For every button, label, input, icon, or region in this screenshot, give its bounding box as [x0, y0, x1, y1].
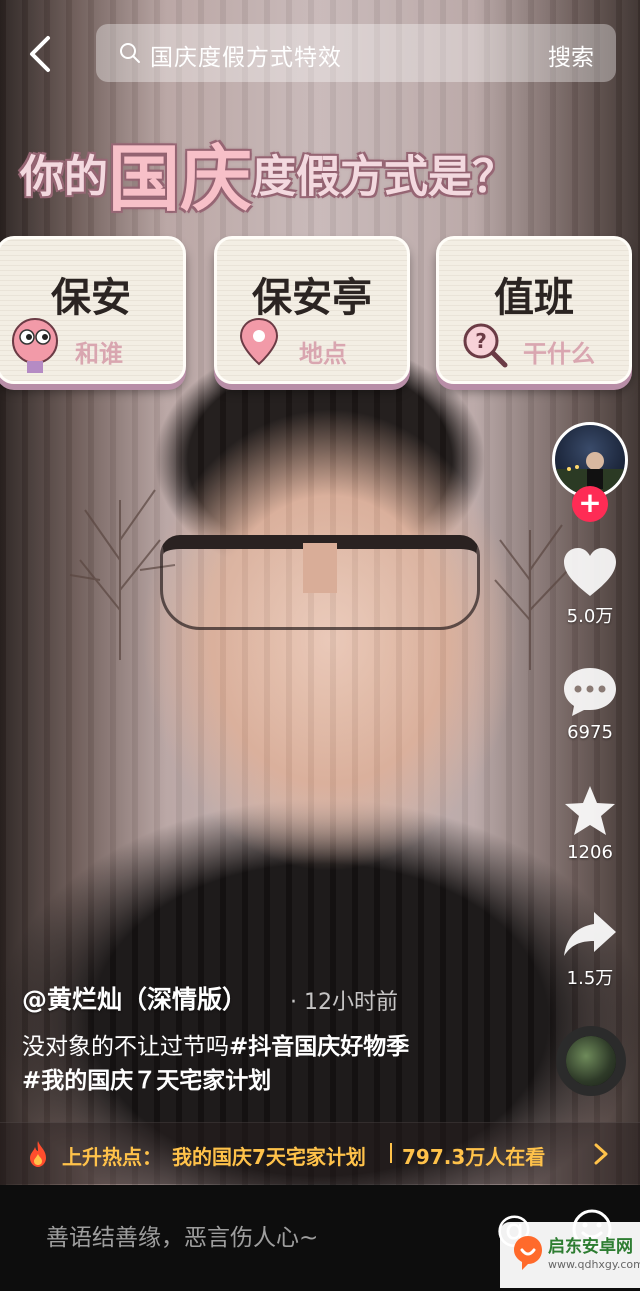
share-count: 1.5万 — [566, 968, 614, 989]
effect-card-main: 值班 — [494, 275, 574, 321]
share-arrow-icon — [564, 912, 616, 956]
music-disc[interactable] — [556, 1026, 626, 1096]
avatar-image — [555, 452, 625, 495]
effect-card-sub: 干什么 — [523, 340, 595, 368]
site-watermark: 启东安卓网 www.qdhxgy.com — [500, 1222, 640, 1288]
effect-card-what: 值班 ? 干什么 — [436, 236, 632, 384]
music-cover — [566, 1036, 616, 1086]
watermark-name: 启东安卓网 — [548, 1237, 633, 1257]
search-icon — [120, 43, 140, 63]
effect-card-sub: 地点 — [299, 340, 347, 368]
search-button[interactable]: 搜索 — [548, 38, 594, 72]
effect-title-highlight: 国庆 — [108, 137, 253, 221]
effect-title-prefix: 你的 — [20, 151, 108, 203]
search-query: 国庆度假方式特效 — [150, 45, 342, 71]
star-icon — [565, 786, 615, 835]
svg-text:?: ? — [475, 329, 487, 353]
location-pin-icon — [239, 317, 279, 366]
face-icon — [12, 318, 58, 373]
hot-label: 上升热点： — [62, 1145, 162, 1169]
effect-title-suffix: 度假方式是？ — [252, 151, 517, 203]
follow-button[interactable]: + — [572, 486, 608, 522]
top-search-bar: 国庆度假方式特效 搜索 — [0, 18, 640, 88]
hot-viewers: 797.3万人在看 — [402, 1145, 546, 1169]
comment-button[interactable]: 6975 — [552, 666, 628, 743]
favorite-count: 1206 — [567, 842, 613, 863]
effect-card-who: 保安 和谁 — [0, 236, 186, 384]
comment-count: 6975 — [567, 722, 613, 743]
fire-icon — [30, 1141, 46, 1167]
comment-bubble-icon — [564, 668, 616, 716]
favorite-button[interactable]: 1206 — [552, 784, 628, 863]
watermark-url: www.qdhxgy.com — [548, 1258, 640, 1271]
effect-title: 你的国庆度假方式是？ — [20, 120, 620, 221]
like-count: 5.0万 — [566, 606, 614, 627]
effect-card-sub: 和谁 — [75, 340, 123, 368]
hot-topic: 我的国庆7天宅家计划 — [172, 1145, 366, 1169]
effect-card-main: 保安亭 — [252, 275, 372, 321]
question-magnifier-icon: ? — [463, 323, 508, 368]
comment-input[interactable]: 善语结善缘，恶言伤人心~ — [46, 1218, 318, 1252]
hashtag-link[interactable]: #我的国庆７天宅家计划 — [22, 1068, 271, 1094]
description-text: 没对象的不让过节吗 — [22, 1034, 229, 1060]
search-field[interactable]: 国庆度假方式特效 搜索 — [96, 24, 616, 82]
effect-card-where: 保安亭 地点 — [214, 236, 410, 384]
like-button[interactable]: 5.0万 — [552, 546, 628, 628]
hot-divider — [390, 1143, 392, 1163]
heart-icon — [564, 548, 616, 596]
share-button[interactable]: 1.5万 — [552, 908, 628, 990]
chevron-right-icon — [594, 1143, 608, 1165]
hot-topic-bar[interactable]: 上升热点： 我的国庆7天宅家计划 797.3万人在看 — [0, 1122, 640, 1184]
hashtag-link[interactable]: #抖音国庆好物季 — [229, 1034, 409, 1060]
author-name[interactable]: @黄烂灿（深情版） — [22, 980, 247, 1016]
person-glasses — [160, 535, 480, 630]
post-time: · 12小时前 — [290, 990, 398, 1015]
author-avatar-group: + — [552, 422, 628, 522]
post-description: 没对象的不让过节吗#抖音国庆好物季 #我的国庆７天宅家计划 — [22, 1030, 542, 1098]
chevron-left-icon — [30, 36, 50, 72]
watermark-logo-icon — [514, 1236, 542, 1270]
back-button[interactable] — [22, 32, 62, 76]
